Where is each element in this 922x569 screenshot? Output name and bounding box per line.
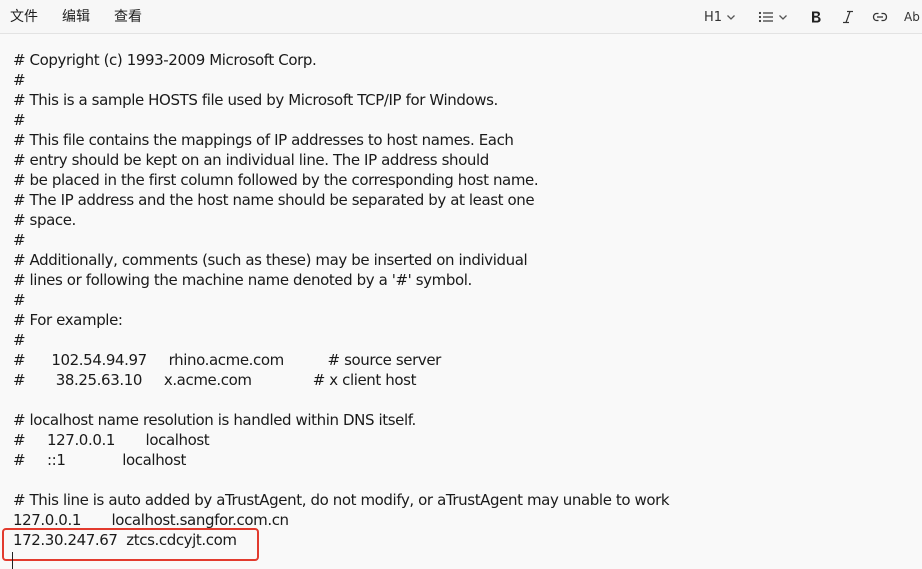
editor-line: # This file contains the mappings of IP … xyxy=(13,131,514,149)
editor-line: # xyxy=(13,331,26,349)
editor-line: # xyxy=(13,231,26,249)
editor-line: # 102.54.94.97 rhino.acme.com # source s… xyxy=(13,351,441,369)
editor-line: # xyxy=(13,291,26,309)
editor-line: # 127.0.0.1 localhost xyxy=(13,431,210,449)
menu-bar: 文件 编辑 查看 xyxy=(0,0,156,34)
editor-line: # Copyright (c) 1993-2009 Microsoft Corp… xyxy=(13,51,317,69)
heading-label: H1 xyxy=(703,9,722,25)
list-icon xyxy=(758,10,774,24)
editor-line: # For example: xyxy=(13,311,123,329)
highlight-box xyxy=(2,528,259,561)
toolbar: 文件 编辑 查看 H1 Ab xyxy=(0,0,922,34)
italic-icon xyxy=(842,10,854,24)
format-tools: H1 Ab xyxy=(704,0,922,34)
menu-edit[interactable]: 编辑 xyxy=(62,0,90,34)
editor-line: # xyxy=(13,71,26,89)
editor-line: # This line is auto added by aTrustAgent… xyxy=(13,491,670,509)
editor-line: # This is a sample HOSTS file used by Mi… xyxy=(13,91,498,109)
editor-line: # space. xyxy=(13,211,76,229)
editor-line: # Additionally, comments (such as these)… xyxy=(13,251,528,269)
bold-icon xyxy=(810,10,822,24)
spellcheck-icon: Ab xyxy=(904,10,920,24)
chevron-down-icon xyxy=(778,12,788,22)
menu-view[interactable]: 查看 xyxy=(114,0,142,34)
editor-line: # localhost name resolution is handled w… xyxy=(13,411,416,429)
menu-file[interactable]: 文件 xyxy=(10,0,38,34)
text-editor[interactable]: # Copyright (c) 1993-2009 Microsoft Corp… xyxy=(13,50,922,569)
editor-line: # xyxy=(13,111,26,129)
editor-line: # 38.25.63.10 x.acme.com # x client host xyxy=(13,371,417,389)
list-dropdown[interactable] xyxy=(758,0,788,34)
editor-line: 127.0.0.1 localhost.sangfor.com.cn xyxy=(13,511,289,529)
notepad-window: 文件 编辑 查看 H1 Ab # Copyright (c) 1993-2009… xyxy=(0,0,922,569)
editor-line: # The IP address and the host name shoul… xyxy=(13,191,535,209)
heading-dropdown[interactable]: H1 xyxy=(704,0,736,34)
link-icon xyxy=(872,11,888,23)
editor-line: # lines or following the machine name de… xyxy=(13,271,472,289)
editor-line: # be placed in the first column followed… xyxy=(13,171,539,189)
spellcheck-button[interactable]: Ab xyxy=(904,0,922,34)
link-button[interactable] xyxy=(872,0,888,34)
editor-line: # entry should be kept on an individual … xyxy=(13,151,489,169)
chevron-down-icon xyxy=(726,12,736,22)
text-caret xyxy=(12,552,13,569)
editor-line: # ::1 localhost xyxy=(13,451,186,469)
bold-button[interactable] xyxy=(810,0,822,34)
italic-button[interactable] xyxy=(842,0,854,34)
